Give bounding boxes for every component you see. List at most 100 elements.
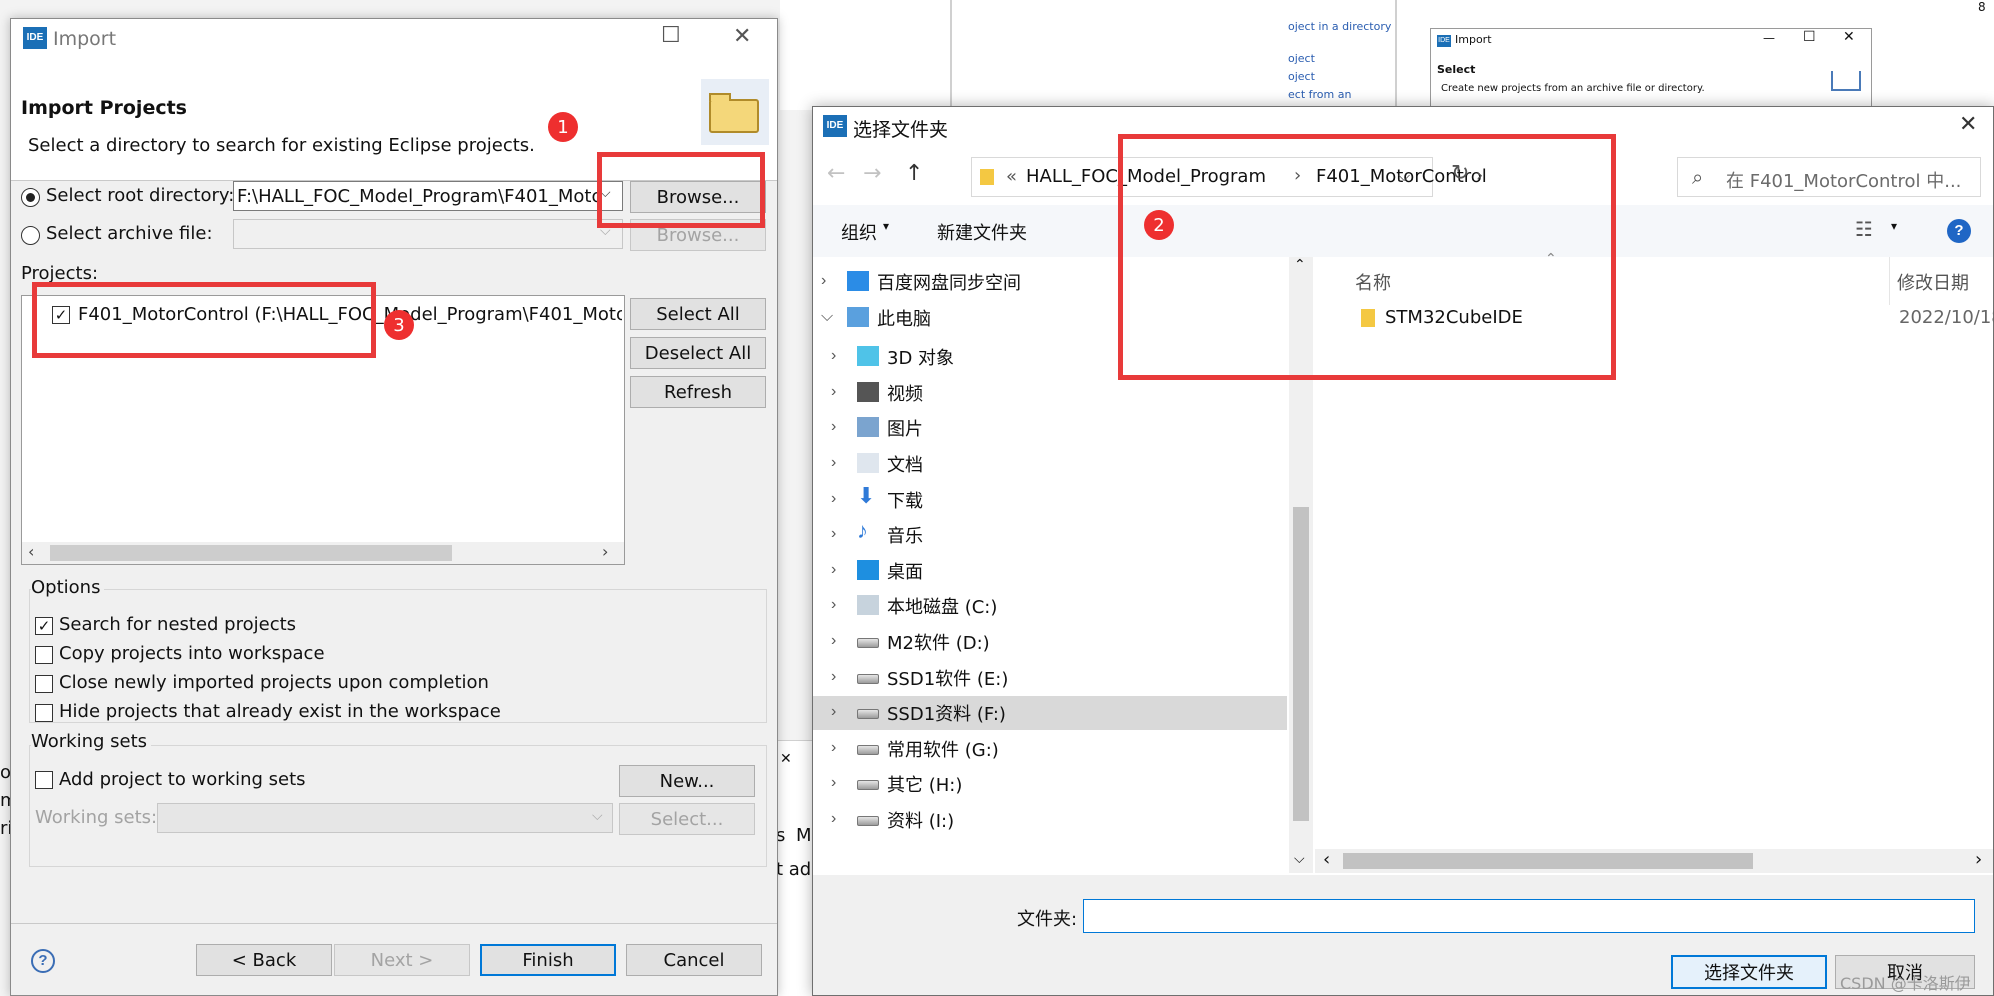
chevron-right-icon[interactable]: › (831, 418, 836, 436)
chevron-right-icon[interactable]: › (831, 490, 836, 508)
tree-item-label: 文档 (887, 455, 923, 476)
background-link[interactable]: oject (1288, 70, 1315, 83)
tree-item[interactable]: › 桌面 (813, 554, 1287, 588)
option-label[interactable]: Copy projects into workspace (59, 643, 325, 664)
chevron-right-icon[interactable]: › (831, 632, 836, 650)
archive-file-radio[interactable] (21, 226, 40, 245)
root-directory-combo[interactable]: F:\HALL_FOC_Model_Program\F401_Moto ⌵ (233, 181, 623, 211)
close-icon[interactable]: ✕ (1959, 112, 1977, 137)
horizontal-scrollbar[interactable]: ‹ › (22, 542, 624, 564)
tree-item[interactable]: › SSD1资料 (F:) (813, 696, 1287, 731)
archive-file-combo[interactable]: ⌵ (233, 219, 623, 249)
background-link[interactable]: ect from an (1288, 88, 1351, 101)
chevron-right-icon[interactable]: › (831, 810, 836, 828)
select-folder-button[interactable]: 选择文件夹 (1671, 955, 1827, 989)
organize-button[interactable]: 组织 (841, 219, 877, 245)
deselect-all-button[interactable]: Deselect All (630, 337, 766, 369)
tree-item-label: 3D 对象 (887, 348, 955, 370)
chevron-right-icon[interactable]: › (831, 525, 836, 543)
option-checkbox[interactable] (35, 646, 53, 664)
finish-button[interactable]: Finish (480, 944, 616, 976)
chevron-down-icon[interactable]: ▾ (883, 219, 889, 233)
breadcrumb-prefix[interactable]: « (1006, 166, 1017, 187)
scrollbar-thumb[interactable] (1293, 507, 1309, 821)
chevron-down-icon[interactable]: ▾ (1891, 219, 1897, 233)
select-working-sets-button[interactable]: Select... (619, 803, 755, 835)
up-arrow-icon[interactable]: ↑ (905, 161, 923, 186)
add-working-sets-label[interactable]: Add project to working sets (59, 769, 306, 790)
scroll-down-icon[interactable]: ⌵ (1294, 851, 1305, 867)
option-label[interactable]: Hide projects that already exist in the … (59, 701, 501, 722)
tree-item[interactable]: › SSD1软件 (E:) (813, 661, 1287, 695)
chevron-right-icon[interactable]: › (831, 383, 836, 401)
cancel-button[interactable]: Cancel (626, 944, 762, 976)
search-box[interactable]: ⌕ 在 F401_MotorControl 中... (1677, 157, 1981, 197)
option-checkbox[interactable] (35, 704, 53, 722)
option-label[interactable]: Search for nested projects (59, 614, 296, 635)
tree-item[interactable]: › 图片 (813, 411, 1287, 445)
close-icon[interactable]: ✕ (1843, 29, 1855, 45)
chevron-right-icon[interactable]: › (831, 739, 836, 757)
refresh-button[interactable]: Refresh (630, 376, 766, 408)
background-link[interactable]: oject in a directory (1288, 20, 1391, 33)
minimize-icon[interactable]: — (1763, 31, 1775, 45)
help-icon[interactable]: ? (1947, 219, 1971, 243)
tree-item[interactable]: › 视频 (813, 376, 1287, 410)
tree-item[interactable]: › ♪ 音乐 (813, 518, 1287, 552)
tree-item[interactable]: › 其它 (H:) (813, 767, 1287, 801)
annotation-box-file-list (1118, 134, 1616, 380)
column-divider[interactable] (1889, 257, 1890, 305)
next-button[interactable]: Next > (334, 944, 470, 976)
folder-field-label: 文件夹: (1017, 909, 1078, 930)
help-icon[interactable]: ? (31, 949, 55, 973)
tree-item[interactable]: › 本地磁盘 (C:) (813, 589, 1287, 623)
chevron-right-icon[interactable]: › (831, 703, 836, 721)
scroll-right-icon[interactable]: › (602, 542, 608, 561)
column-header-date[interactable]: 修改日期 (1897, 269, 1969, 295)
title-bar[interactable]: IDE Import ☐ ✕ (11, 19, 777, 59)
working-sets-combo[interactable]: ⌵ (157, 803, 613, 833)
background-link[interactable]: oject (1288, 52, 1315, 65)
scrollbar-thumb[interactable] (50, 545, 452, 561)
chevron-right-icon[interactable]: › (831, 561, 836, 579)
scroll-right-icon[interactable]: › (1975, 849, 1982, 870)
root-directory-radio[interactable] (21, 188, 40, 207)
tree-item-label: M2软件 (D:) (887, 633, 990, 654)
new-working-set-button[interactable]: New... (619, 765, 755, 797)
back-button[interactable]: < Back (196, 944, 332, 976)
tab-close-icon[interactable]: ✕ (780, 751, 792, 767)
close-icon[interactable]: ✕ (733, 24, 751, 49)
tree-item[interactable]: › 资料 (I:) (813, 803, 1287, 837)
option-label[interactable]: Close newly imported projects upon compl… (59, 672, 489, 693)
folder-input[interactable] (1083, 899, 1975, 933)
chevron-right-icon[interactable]: › (821, 272, 826, 290)
search-placeholder[interactable]: 在 F401_MotorControl 中... (1726, 167, 1961, 193)
option-checkbox[interactable]: ✓ (35, 617, 53, 635)
chevron-right-icon[interactable]: › (831, 347, 836, 365)
view-options-icon[interactable]: ☷ (1855, 217, 1873, 241)
tree-item[interactable]: › 文档 (813, 447, 1287, 481)
chevron-down-icon[interactable]: ⌵ (592, 808, 603, 824)
tree-item[interactable]: › 常用软件 (G:) (813, 732, 1287, 766)
option-checkbox[interactable] (35, 675, 53, 693)
forward-arrow-icon[interactable]: → (863, 161, 881, 186)
tree-item[interactable]: › ⬇ 下载 (813, 483, 1287, 517)
select-all-button[interactable]: Select All (630, 298, 766, 330)
chevron-down-icon[interactable]: ⌵ (821, 308, 833, 326)
chevron-right-icon[interactable]: › (831, 596, 836, 614)
maximize-icon[interactable]: ☐ (1803, 29, 1816, 45)
new-folder-button[interactable]: 新建文件夹 (937, 219, 1027, 245)
scrollbar-thumb[interactable] (1343, 853, 1753, 869)
maximize-icon[interactable]: ☐ (661, 23, 681, 48)
scroll-left-icon[interactable]: ‹ (28, 542, 34, 561)
scroll-left-icon[interactable]: ‹ (1323, 849, 1330, 870)
chevron-right-icon[interactable]: › (831, 774, 836, 792)
window-title: Import (53, 28, 117, 50)
back-arrow-icon[interactable]: ← (827, 161, 845, 186)
window-title: 选择文件夹 (853, 119, 949, 141)
horizontal-scrollbar[interactable]: ‹ › (1315, 849, 1993, 873)
chevron-right-icon[interactable]: › (831, 668, 836, 686)
tree-item[interactable]: › M2软件 (D:) (813, 625, 1287, 659)
add-working-sets-checkbox[interactable] (35, 771, 53, 789)
chevron-right-icon[interactable]: › (831, 454, 836, 472)
